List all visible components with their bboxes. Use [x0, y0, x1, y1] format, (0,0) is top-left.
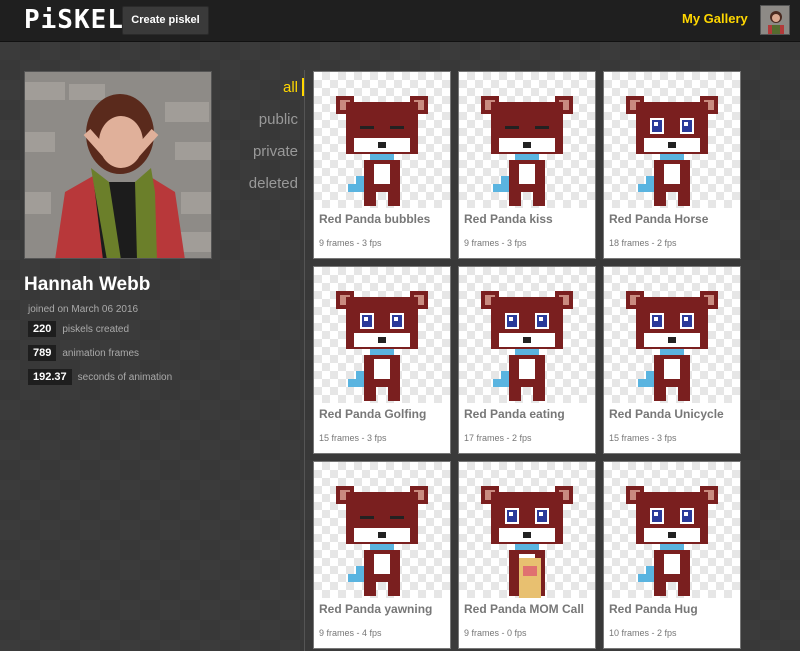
piskel-meta: 9 frames - 0 fps [464, 628, 527, 638]
top-bar: PiSKEL Create piskel My Gallery [0, 0, 800, 42]
filter-all[interactable]: all [249, 78, 298, 110]
piskel-title[interactable]: Red Panda Golfing [319, 407, 426, 421]
piskel-card[interactable]: Red Panda MOM Call 9 frames - 0 fps [458, 461, 596, 649]
filter-deleted[interactable]: deleted [249, 174, 298, 206]
piskel-meta: 18 frames - 2 fps [609, 238, 677, 248]
piskel-meta: 15 frames - 3 fps [319, 433, 387, 443]
my-gallery-link[interactable]: My Gallery [682, 11, 748, 26]
piskel-meta: 9 frames - 3 fps [464, 238, 527, 248]
stat-label: piskels created [62, 323, 130, 335]
stat-seconds: 192.37 seconds of animation [28, 369, 172, 385]
piskel-card[interactable]: Red Panda Golfing 15 frames - 3 fps [313, 266, 451, 454]
create-piskel-button[interactable]: Create piskel [122, 6, 209, 35]
piskel-title[interactable]: Red Panda Unicycle [609, 407, 724, 421]
piskel-card[interactable]: Red Panda bubbles 9 frames - 3 fps [313, 71, 451, 259]
user-name: Hannah Webb [24, 274, 151, 295]
filter-nav: all public private deleted [249, 78, 298, 206]
stat-value: 789 [28, 345, 57, 361]
piskel-title[interactable]: Red Panda bubbles [319, 212, 430, 226]
piskel-title[interactable]: Red Panda kiss [464, 212, 553, 226]
piskel-meta: 9 frames - 3 fps [319, 238, 382, 248]
piskel-thumbnail[interactable] [314, 267, 450, 403]
stat-piskels: 220 piskels created [28, 321, 129, 337]
piskel-thumbnail[interactable] [314, 462, 450, 598]
piskel-card[interactable]: Red Panda Unicycle 15 frames - 3 fps [603, 266, 741, 454]
piskel-meta: 15 frames - 3 fps [609, 433, 677, 443]
piskel-meta: 17 frames - 2 fps [464, 433, 532, 443]
piskel-thumbnail[interactable] [604, 267, 740, 403]
filter-public[interactable]: public [249, 110, 298, 142]
user-avatar[interactable] [760, 5, 790, 35]
piskel-thumbnail[interactable] [604, 72, 740, 208]
stat-value: 220 [28, 321, 57, 337]
piskel-title[interactable]: Red Panda eating [464, 407, 565, 421]
piskel-thumbnail[interactable] [314, 72, 450, 208]
stat-frames: 789 animation frames [28, 345, 139, 361]
piskel-thumbnail[interactable] [459, 462, 595, 598]
piskel-thumbnail[interactable] [459, 72, 595, 208]
stat-label: seconds of animation [77, 371, 173, 383]
piskel-card[interactable]: Red Panda Hug 10 frames - 2 fps [603, 461, 741, 649]
piskel-card[interactable]: Red Panda eating 17 frames - 2 fps [458, 266, 596, 454]
piskel-title[interactable]: Red Panda yawning [319, 602, 432, 616]
piskel-thumbnail[interactable] [604, 462, 740, 598]
profile-photo [24, 71, 212, 259]
piskel-card[interactable]: Red Panda yawning 9 frames - 4 fps [313, 461, 451, 649]
piskel-meta: 9 frames - 4 fps [319, 628, 382, 638]
piskel-title[interactable]: Red Panda Horse [609, 212, 708, 226]
stat-value: 192.37 [28, 369, 72, 385]
piskel-meta: 10 frames - 2 fps [609, 628, 677, 638]
joined-date: joined on March 06 2016 [28, 304, 139, 315]
piskel-card[interactable]: Red Panda Horse 18 frames - 2 fps [603, 71, 741, 259]
filter-private[interactable]: private [249, 142, 298, 174]
piskel-logo[interactable]: PiSKEL [24, 5, 124, 35]
piskel-title[interactable]: Red Panda Hug [609, 602, 698, 616]
stat-label: animation frames [62, 347, 140, 359]
piskel-card[interactable]: Red Panda kiss 9 frames - 3 fps [458, 71, 596, 259]
divider [304, 70, 305, 651]
piskel-title[interactable]: Red Panda MOM Call [464, 602, 584, 616]
piskel-thumbnail[interactable] [459, 267, 595, 403]
